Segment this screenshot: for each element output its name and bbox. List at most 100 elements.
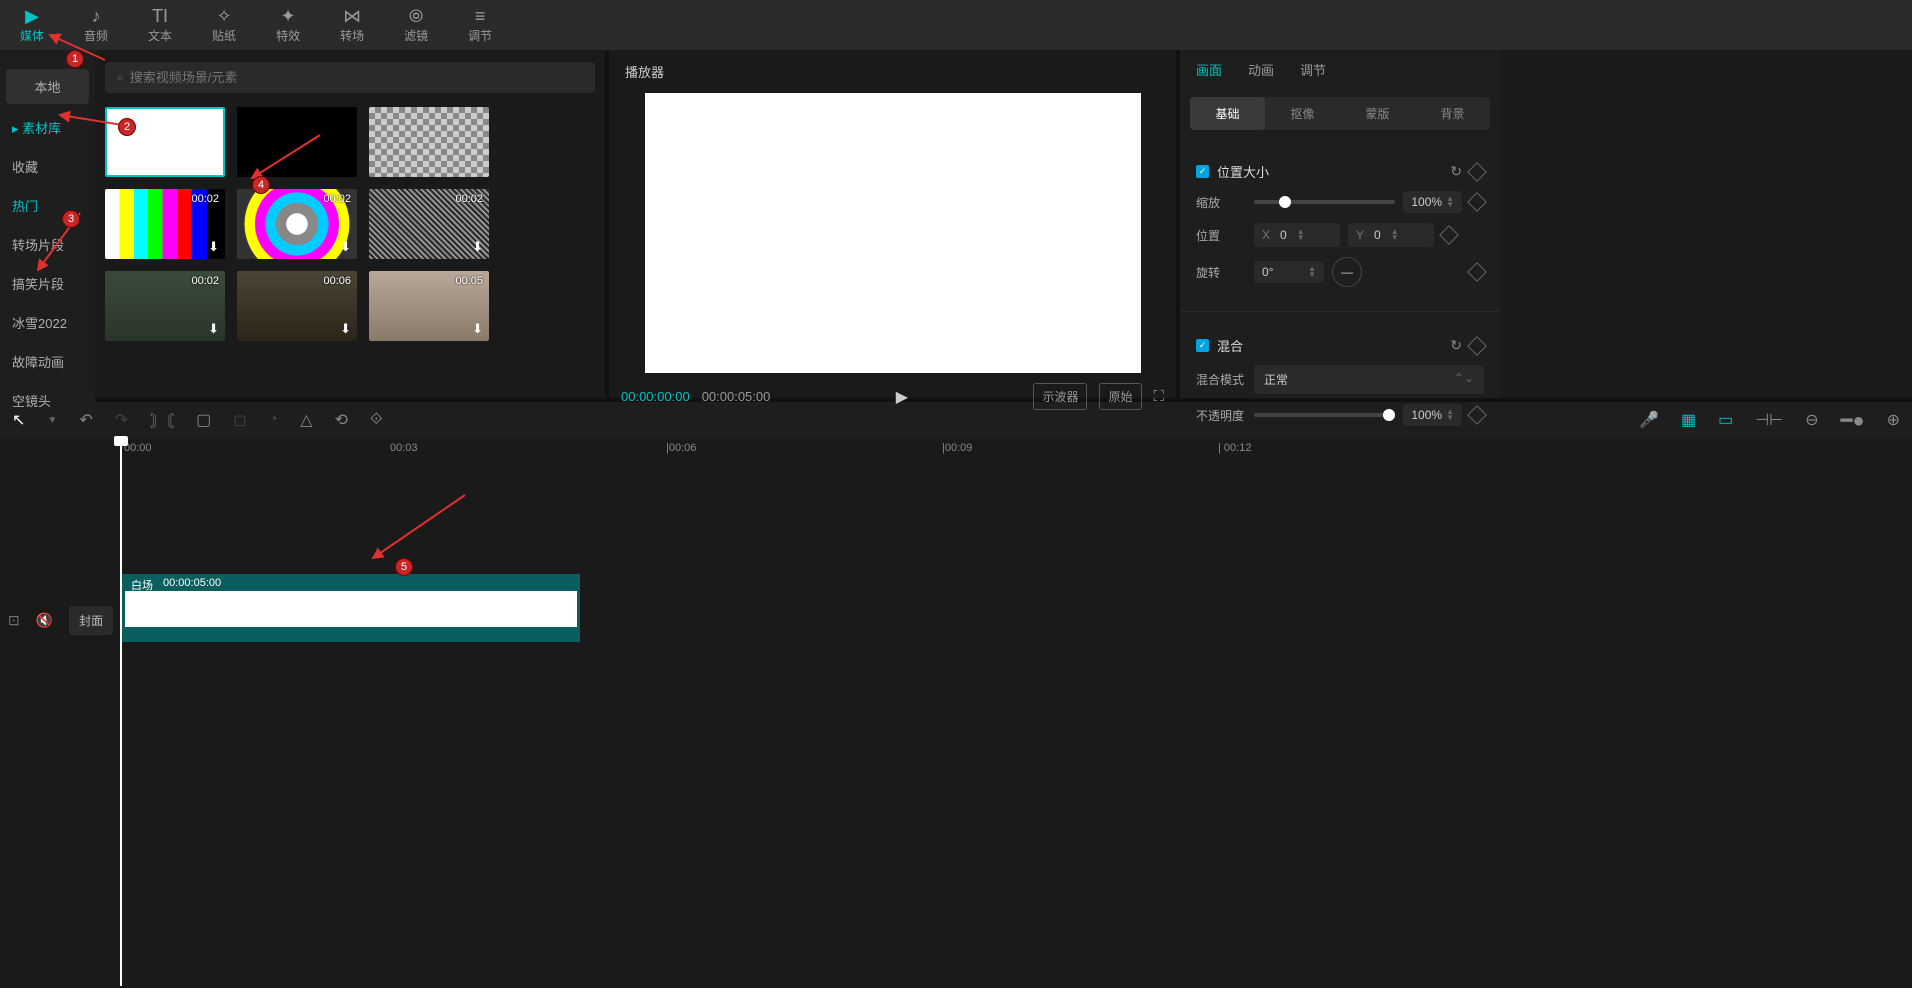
sidebar-item-ice2022[interactable]: 冰雪2022 [0,303,95,342]
thumb-duration: 00:02 [455,193,483,205]
delete-icon[interactable]: ▢ [196,410,211,430]
sidebar-item-local[interactable]: 本地 [6,69,89,104]
preview-canvas[interactable] [645,93,1141,373]
properties-panel: 画面 动画 调节 基础 抠像 蒙版 背景 ✓ 位置大小 ↻ 缩放 100%▲▼ [1180,50,1500,398]
thumb-cat[interactable]: 00:02⬇ [105,271,225,341]
download-icon[interactable]: ⬇ [340,239,351,255]
thumb-noise[interactable]: 00:02 ⬇ [369,189,489,259]
align-icon[interactable]: ⊣⊢ [1755,410,1783,430]
prop-tab-picture[interactable]: 画面 [1196,60,1222,79]
zoom-slider-handle[interactable]: ━● [1840,408,1864,433]
sidebar-item-library[interactable]: 素材库 [0,108,95,147]
media-sidebar: 本地 素材库 收藏 热门 转场片段 搞笑片段 冰雪2022 故障动画 空镜头 [0,50,95,420]
preview-title: 播放器 [609,50,1176,93]
thumb-testcard[interactable]: 00:02⬇ [237,189,357,259]
sidebar-item-transition-clip[interactable]: 转场片段 [0,225,95,264]
opacity-slider[interactable] [1254,413,1395,417]
tab-audio[interactable]: ♪音频 [74,0,118,50]
keyframe-position-icon[interactable] [1439,225,1459,245]
keyframe-blend-icon[interactable] [1467,336,1487,356]
prop-tab-adjust[interactable]: 调节 [1300,60,1326,79]
time-duration: 00:00:05:00 [702,389,771,404]
search-box[interactable]: ⌕ [105,62,595,93]
keyframe-rotate-icon[interactable] [1467,262,1487,282]
subtab-mask[interactable]: 蒙版 [1340,97,1415,130]
cover-button[interactable]: 封面 [69,606,113,635]
search-input[interactable] [130,70,583,85]
thumb-black[interactable] [237,107,357,177]
scope-button[interactable]: 示波器 [1033,383,1087,410]
thumb-duration: 00:05 [455,275,483,287]
download-icon[interactable]: ⬇ [472,321,483,337]
prop-tab-anim[interactable]: 动画 [1248,60,1274,79]
split-icon[interactable]: 〙〘 [150,408,174,432]
checkbox-pos-size[interactable]: ✓ [1196,165,1209,178]
tab-filter[interactable]: ⦾滤镜 [394,0,438,50]
crop-icon[interactable]: ⟐ [370,411,383,429]
zoom-in-icon[interactable]: ⊕ [1887,410,1900,430]
mic-icon[interactable]: 🎤 [1639,410,1659,430]
position-x[interactable]: X0▲▼ [1254,223,1340,247]
tab-transition[interactable]: ⋈转场 [330,0,374,50]
download-icon[interactable]: ⬇ [472,239,483,255]
opacity-value[interactable]: 100%▲▼ [1403,404,1462,426]
subtab-bg[interactable]: 背景 [1415,97,1490,130]
play-button[interactable]: ▶ [896,387,908,407]
zoom-out-icon[interactable]: ⊖ [1805,410,1818,430]
undo-icon[interactable]: ↶ [79,410,92,430]
playhead[interactable] [120,438,122,986]
media-panel: 本地 素材库 收藏 热门 转场片段 搞笑片段 冰雪2022 故障动画 空镜头 ⌕ [0,50,605,398]
tab-sticker[interactable]: ✧贴纸 [202,0,246,50]
preview-area[interactable] [609,93,1176,373]
freeze-icon[interactable]: ◻ [233,410,246,430]
keyframe-opacity-icon[interactable] [1467,405,1487,425]
blend-mode-select[interactable]: 正常⌃⌄ [1254,365,1484,394]
pointer-tool-icon[interactable]: ↖ [12,410,25,430]
thumb-llama[interactable]: 00:06⬇ [237,271,357,341]
redo-icon[interactable]: ↷ [115,410,128,430]
thumb-toycar[interactable]: 00:05 ⬇ [369,271,489,341]
auto-caption-icon[interactable]: ▦ [1681,410,1696,430]
mute-icon[interactable]: 🔇 [36,612,53,629]
download-icon[interactable]: ⬇ [208,239,219,255]
reset-blend-icon[interactable]: ↻ [1450,337,1462,354]
position-y[interactable]: Y0▲▼ [1348,223,1434,247]
download-icon[interactable]: ⬇ [208,321,219,337]
speed-icon[interactable]: ◔ [269,411,279,429]
subtab-basic[interactable]: 基础 [1190,97,1265,130]
thumb-white[interactable] [105,107,225,177]
tab-adjust[interactable]: ≡调节 [458,0,502,50]
scale-slider[interactable] [1254,200,1395,204]
thumb-transparent[interactable] [369,107,489,177]
tab-text[interactable]: TI文本 [138,0,182,50]
sidebar-item-glitch[interactable]: 故障动画 [0,342,95,381]
reset-pos-size-icon[interactable]: ↻ [1450,163,1462,180]
mirror-icon[interactable]: △ [300,410,312,430]
tab-effect[interactable]: ✦特效 [266,0,310,50]
scale-value[interactable]: 100%▲▼ [1403,191,1462,213]
fullscreen-icon[interactable]: ⛶ [1154,388,1165,405]
timeline-ruler[interactable]: 00:00 00:03 |00:06 |00:09 | 00:12 [120,438,1912,464]
thumb-colorbars[interactable]: 00:02⬇ [105,189,225,259]
annotation-badge-4: 4 [252,176,270,194]
label-blend: 混合 [1217,336,1243,355]
rotate-value[interactable]: 0°▲▼ [1254,261,1324,283]
original-button[interactable]: 原始 [1099,383,1141,410]
keyframe-scale-icon[interactable] [1467,192,1487,212]
sidebar-item-hot[interactable]: 热门 [0,186,95,225]
rotate-tool-icon[interactable]: ⟲ [335,410,348,430]
subtab-cutout[interactable]: 抠像 [1265,97,1340,130]
dropdown-icon[interactable]: ▼ [47,415,57,426]
timeline[interactable]: 00:00 00:03 |00:06 |00:09 | 00:12 ⊡ 🔇 封面… [0,438,1912,986]
text-icon: TI [152,7,168,25]
track-toggle-icon[interactable]: ⊡ [8,612,20,629]
rotate-dial[interactable]: — [1332,257,1362,287]
auto-subtitle-icon[interactable]: ▭ [1718,410,1733,430]
download-icon[interactable]: ⬇ [340,321,351,337]
tab-media[interactable]: ▶媒体 [10,0,54,50]
keyframe-pos-size-icon[interactable] [1467,162,1487,182]
sidebar-item-fav[interactable]: 收藏 [0,147,95,186]
timeline-clip[interactable]: 白场 00:00:05:00 [122,574,580,642]
sidebar-item-funny[interactable]: 搞笑片段 [0,264,95,303]
checkbox-blend[interactable]: ✓ [1196,339,1209,352]
